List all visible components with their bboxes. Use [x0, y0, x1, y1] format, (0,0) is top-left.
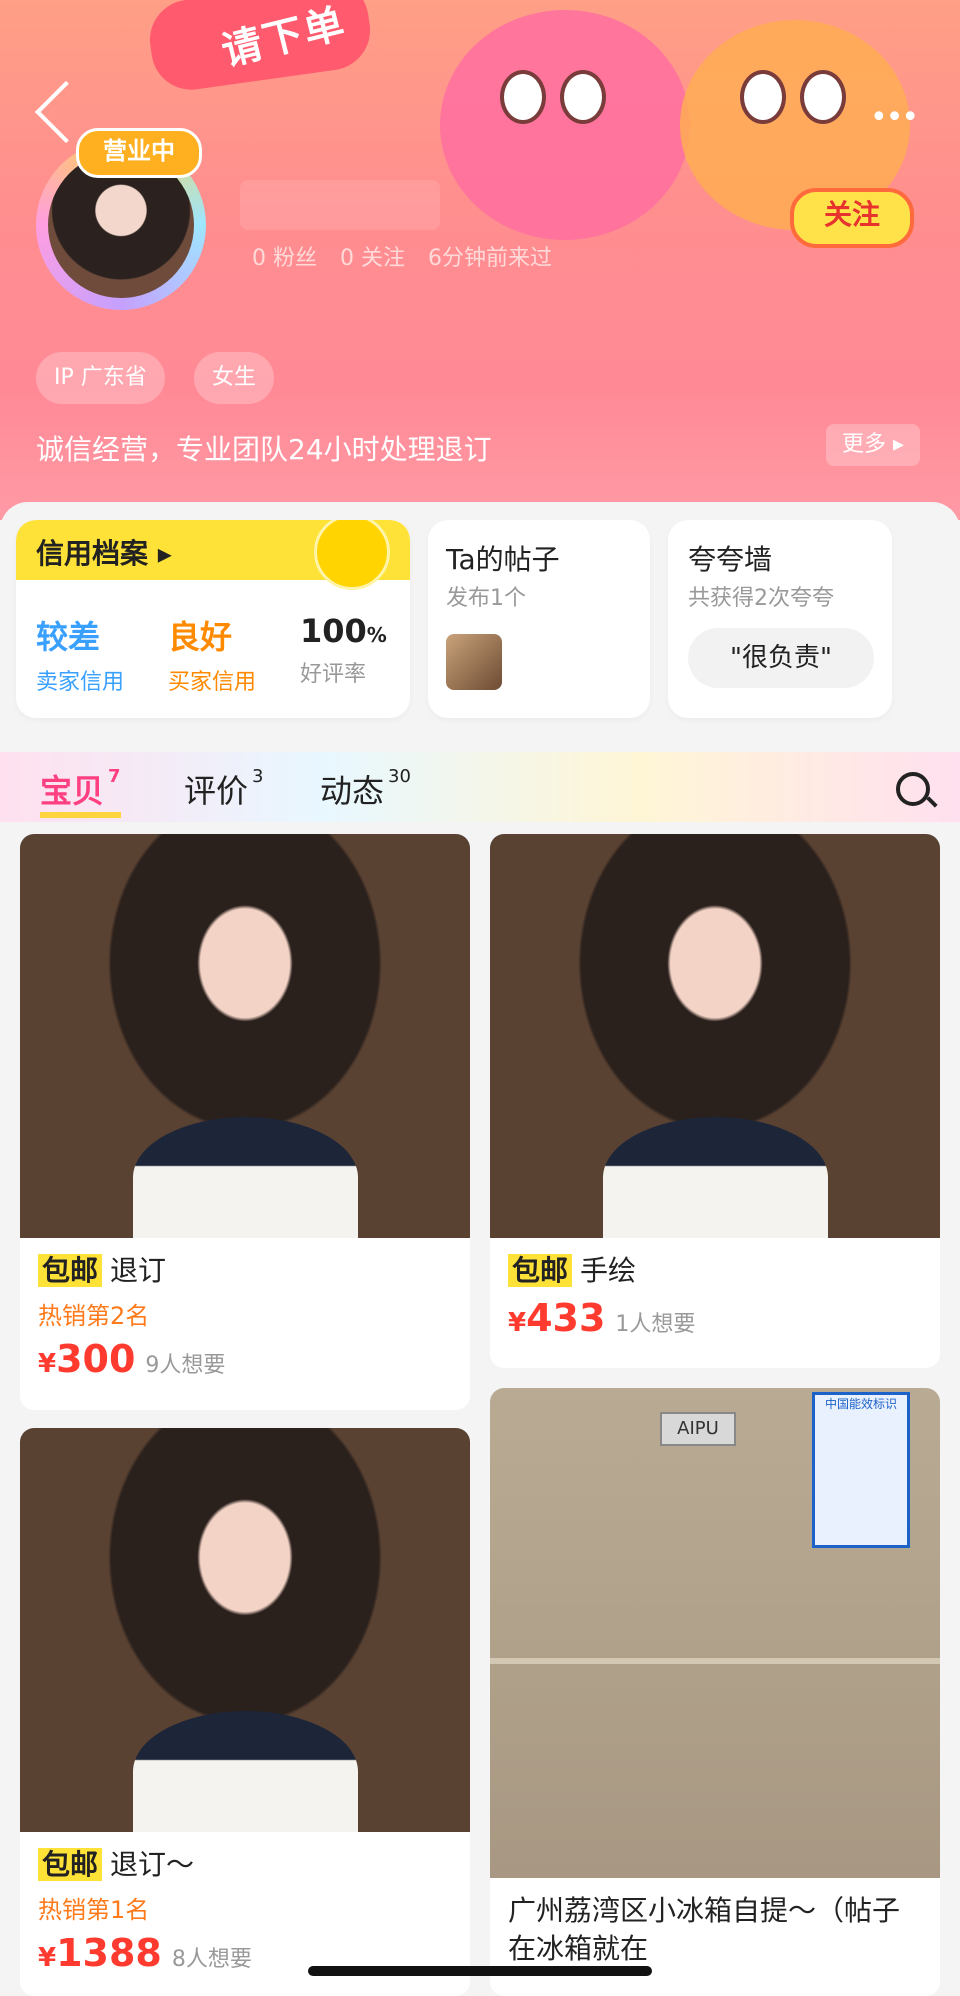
tab-activity-count: 30: [388, 766, 411, 787]
tab-reviews[interactable]: 评价 3: [184, 766, 263, 812]
tab-items-count: 7: [108, 766, 121, 787]
tab-reviews-count: 3: [252, 766, 264, 787]
posts-count: 发布1个: [446, 586, 526, 611]
mascot-icon: [314, 520, 390, 590]
search-icon[interactable]: [896, 772, 930, 806]
ip-location-tag: IP 广东省: [36, 352, 165, 404]
want-count: 9人想要: [145, 1353, 226, 1378]
more-bio-button[interactable]: 更多 ▸: [826, 424, 920, 466]
energy-label-sticker: 中国能效标识: [812, 1392, 910, 1548]
want-count: 8人想要: [171, 1947, 252, 1972]
buyer-credit: 良好 买家信用: [168, 612, 256, 696]
free-shipping-badge: 包邮: [38, 1254, 103, 1287]
mascot-eye: [740, 70, 786, 124]
product-title: 包邮 退订: [38, 1252, 452, 1290]
tab-items[interactable]: 宝贝 7: [40, 766, 121, 818]
mascot-eye: [500, 70, 546, 124]
free-shipping-badge: 包邮: [38, 1848, 103, 1881]
seller-credit: 较差 卖家信用: [36, 612, 124, 696]
seller-credit-value: 较差: [36, 618, 101, 656]
buyer-credit-label: 买家信用: [168, 670, 257, 695]
product-image[interactable]: AIPU 中国能效标识: [490, 1388, 940, 1878]
product-title-text: 退订～: [110, 1848, 195, 1881]
currency-symbol: ¥: [38, 1349, 57, 1379]
product-title: 包邮 退订～: [38, 1846, 452, 1884]
price: 433: [526, 1296, 606, 1340]
mascot-eye: [800, 70, 846, 124]
product-card[interactable]: 包邮 退订～ 热销第1名 ¥1388 8人想要: [20, 1428, 470, 1996]
credit-card-title: 信用档案 ▸: [36, 537, 172, 570]
more-options-icon[interactable]: •••: [870, 100, 919, 135]
tab-bar: 宝贝 7 评价 3 动态 30: [0, 752, 960, 822]
follow-button[interactable]: 关注: [790, 188, 914, 248]
positive-rate-unit: %: [366, 623, 387, 647]
credit-card-header: 信用档案 ▸: [16, 520, 410, 590]
posts-card[interactable]: Ta的帖子 发布1个: [428, 520, 650, 718]
tab-activity[interactable]: 动态 30: [320, 766, 411, 812]
praise-title: 夸夸墙: [688, 543, 773, 576]
product-card[interactable]: 包邮 手绘 ¥433 1人想要: [490, 834, 940, 1368]
price-row: ¥433 1人想要: [508, 1296, 922, 1340]
praise-count: 共获得2次夸夸: [688, 586, 834, 611]
fans-count[interactable]: 0 粉丝: [252, 246, 317, 271]
post-thumbnail[interactable]: [446, 634, 502, 690]
positive-rate: 100% 好评率: [300, 612, 387, 688]
home-indicator: [308, 1966, 652, 1976]
mascot-eye: [560, 70, 606, 124]
promo-banner-text: 请下单: [217, 0, 351, 76]
hot-rank: 热销第2名: [38, 1302, 150, 1330]
posts-title: Ta的帖子: [446, 543, 560, 576]
tab-reviews-label: 评价: [184, 772, 249, 810]
last-seen: 6分钟前来过: [428, 246, 552, 271]
positive-rate-value: 100: [300, 612, 367, 650]
product-image[interactable]: [20, 834, 470, 1238]
free-shipping-badge: 包邮: [508, 1254, 573, 1287]
seller-credit-label: 卖家信用: [36, 670, 125, 695]
product-card[interactable]: 包邮 退订 热销第2名 ¥300 9人想要: [20, 834, 470, 1410]
open-status-badge: 营业中: [76, 128, 202, 178]
tab-items-label: 宝贝: [40, 772, 105, 810]
product-title-text: 退订: [110, 1254, 167, 1287]
want-count: 1人想要: [615, 1312, 696, 1337]
buyer-credit-value: 良好: [168, 618, 233, 656]
product-card[interactable]: AIPU 中国能效标识 广州荔湾区小冰箱自提～（帖子在冰箱就在: [490, 1388, 940, 1996]
praise-pill[interactable]: "很负责": [688, 628, 874, 688]
positive-rate-label: 好评率: [300, 662, 367, 687]
product-image[interactable]: [20, 1428, 470, 1832]
hot-rank: 热销第1名: [38, 1896, 150, 1924]
credit-profile-card[interactable]: 信用档案 ▸ 较差 卖家信用 良好 买家信用 100% 好评率: [16, 520, 410, 718]
price: 1388: [56, 1931, 162, 1975]
fridge-brand-plate: AIPU: [660, 1412, 736, 1446]
promo-banner: 请下单: [144, 0, 376, 95]
currency-symbol: ¥: [508, 1308, 527, 1338]
pink-mascot-illustration: [440, 10, 690, 240]
product-title: 包邮 手绘: [508, 1252, 922, 1290]
gender-tag: 女生: [194, 352, 275, 404]
product-image[interactable]: [490, 834, 940, 1238]
tab-activity-label: 动态: [320, 772, 385, 810]
username-blurred: [240, 180, 440, 230]
praise-wall-card[interactable]: 夸夸墙 共获得2次夸夸 "很负责": [668, 520, 892, 718]
fridge-door-seam: [490, 1658, 940, 1664]
product-title-text: 手绘: [580, 1254, 637, 1287]
following-count[interactable]: 0 关注: [340, 246, 405, 271]
profile-stats: 0 粉丝 0 关注 6分钟前来过: [252, 240, 568, 272]
bio-text: 诚信经营，专业团队24小时处理退订: [36, 433, 492, 466]
price: 300: [56, 1337, 136, 1381]
price-row: ¥300 9人想要: [38, 1337, 452, 1381]
currency-symbol: ¥: [38, 1943, 57, 1973]
product-title-text: 广州荔湾区小冰箱自提～（帖子在冰箱就在: [508, 1894, 901, 1965]
